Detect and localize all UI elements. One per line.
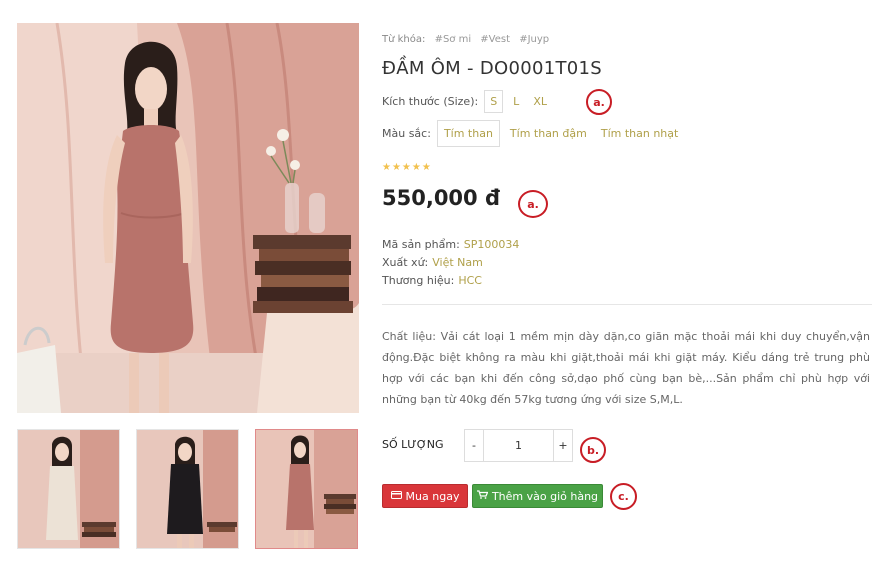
product-main-image[interactable] xyxy=(17,23,359,413)
product-thumbnail-2[interactable] xyxy=(136,429,239,549)
annotation-marker-a-size: a. xyxy=(586,89,612,115)
tag-link-juyp[interactable]: #Juyp xyxy=(519,34,549,45)
size-option-l[interactable]: L xyxy=(509,90,523,113)
origin-label: Xuất xứ: xyxy=(382,256,429,269)
sku-label: Mã sản phẩm: xyxy=(382,238,460,251)
quantity-input[interactable]: 1 xyxy=(484,430,553,461)
color-selector: Màu sắc: Tím than Tím than đậm Tím than … xyxy=(382,120,682,147)
color-option-tim-than-nhat[interactable]: Tím than nhạt xyxy=(597,122,682,145)
color-option-tim-than-dam[interactable]: Tím than đậm xyxy=(506,122,591,145)
buy-now-label: Mua ngay xyxy=(405,489,460,503)
color-option-tim-than[interactable]: Tím than xyxy=(436,120,500,147)
brand-value: HCC xyxy=(458,274,482,287)
rating-stars: ★★★★★ xyxy=(382,162,432,173)
size-label: Kích thước (Size): xyxy=(382,95,479,108)
sku-row: Mã sản phẩm: SP100034 xyxy=(382,238,519,251)
keywords-row: Từ khóa: #Sơ mi #Vest #Juyp xyxy=(382,34,549,45)
add-to-cart-button[interactable]: Thêm vào giỏ hàng xyxy=(472,484,603,508)
keywords-label: Từ khóa: xyxy=(382,34,426,45)
add-to-cart-label: Thêm vào giỏ hàng xyxy=(491,489,599,503)
quantity-plus-button[interactable]: + xyxy=(553,430,573,461)
size-option-xl[interactable]: XL xyxy=(529,90,551,113)
product-price: 550,000 đ xyxy=(382,186,500,210)
buy-now-button[interactable]: Mua ngay xyxy=(382,484,468,508)
divider xyxy=(382,304,872,305)
shopping-cart-icon xyxy=(476,490,489,502)
quantity-minus-button[interactable]: - xyxy=(464,430,484,461)
tag-link-so-mi[interactable]: #Sơ mi xyxy=(435,34,472,45)
origin-row: Xuất xứ: Việt Nam xyxy=(382,256,483,269)
annotation-marker-c: c. xyxy=(610,483,637,510)
brand-row: Thương hiệu: HCC xyxy=(382,274,482,287)
sku-value: SP100034 xyxy=(463,238,520,251)
color-label: Màu sắc: xyxy=(382,127,431,140)
product-thumbnail-1[interactable] xyxy=(17,429,120,549)
product-title: ĐẦM ÔM - DO0001T01S xyxy=(382,58,603,79)
origin-value: Việt Nam xyxy=(432,256,483,269)
annotation-marker-a-price: a. xyxy=(518,190,548,218)
product-thumbnail-3[interactable] xyxy=(255,429,358,549)
credit-card-icon xyxy=(390,490,402,502)
quantity-stepper: - 1 + xyxy=(464,429,573,462)
size-selector: Kích thước (Size): S L XL xyxy=(382,90,551,113)
size-option-s[interactable]: S xyxy=(484,90,504,113)
tag-link-vest[interactable]: #Vest xyxy=(480,34,510,45)
brand-label: Thương hiệu: xyxy=(382,274,455,287)
product-description: Chất liệu: Vải cát loại 1 mềm mịn dày dặ… xyxy=(382,330,870,406)
annotation-marker-b: b. xyxy=(580,437,606,463)
quantity-label: SỐ LƯỢNG xyxy=(382,438,444,451)
